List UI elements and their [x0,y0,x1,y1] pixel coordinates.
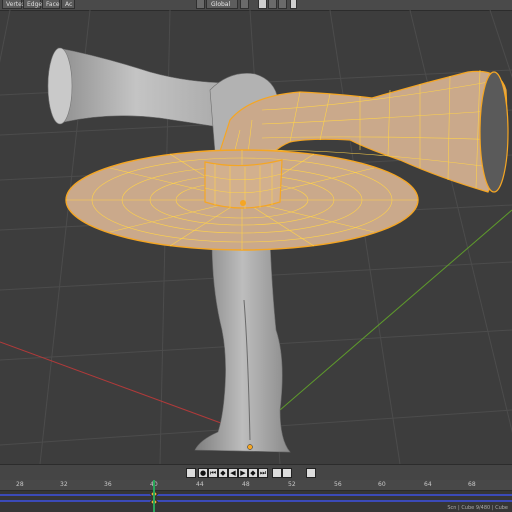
keyframe-track [0,494,512,496]
frame-tick: 44 [196,481,204,488]
timeline-controls: ● ⏮ ◆ ◀ ▶ ◆ ⏭ [0,464,512,481]
frame-tick: 28 [16,481,24,488]
playhead[interactable] [153,480,155,512]
frame-tick: 52 [288,481,296,488]
frame-ruler[interactable]: 28 32 36 40 44 48 52 56 60 64 68 [0,480,512,491]
frame-tick: 60 [378,481,386,488]
pivot-icon[interactable] [196,0,205,9]
play-icon[interactable]: ▶ [238,468,248,478]
x-axis-line [0,341,241,431]
transform-orientation-dropdown[interactable]: Global [206,0,238,9]
frame-tick: 32 [60,481,68,488]
face-select-menu[interactable]: Face [42,0,60,9]
record-icon[interactable]: ● [198,468,208,478]
frame-tick: 64 [424,481,432,488]
prev-key-icon[interactable]: ◆ [218,468,228,478]
keyframe-track [0,500,512,502]
vertex-select-menu[interactable]: Vertex [2,0,25,9]
audio-icon[interactable] [282,468,292,478]
auto-key-icon[interactable] [306,468,316,478]
legs-mesh [194,239,291,453]
manipulator-icon[interactable] [240,0,249,9]
viewport-canvas[interactable] [0,10,512,464]
timeline[interactable]: 28 32 36 40 44 48 52 56 60 64 68 Scn | C… [0,480,512,512]
snap-icon[interactable] [290,0,297,9]
cursor-3d-icon[interactable] [247,444,253,450]
sync-icon[interactable] [272,468,282,478]
frame-tick: 68 [468,481,476,488]
layer-icon[interactable] [258,0,267,9]
frame-tick: 36 [104,481,112,488]
jump-start-icon[interactable]: ⏮ [208,468,218,478]
keyframe-icon[interactable] [186,468,196,478]
frame-tick: 48 [242,481,250,488]
frame-tick: 56 [334,481,342,488]
3d-viewport[interactable] [0,10,512,464]
layer-icon[interactable] [268,0,277,9]
play-reverse-icon[interactable]: ◀ [228,468,238,478]
action-menu[interactable]: Ac [61,0,75,9]
origin-dot [240,200,246,206]
right-horn-rim [479,71,509,193]
edge-select-menu[interactable]: Edge [23,0,42,9]
layer-icon[interactable] [278,0,287,9]
jump-end-icon[interactable]: ⏭ [258,468,268,478]
status-text: Scn | Cube 9/480 | Cube [447,505,508,511]
left-horn-rim [47,47,73,125]
next-key-icon[interactable]: ◆ [248,468,258,478]
